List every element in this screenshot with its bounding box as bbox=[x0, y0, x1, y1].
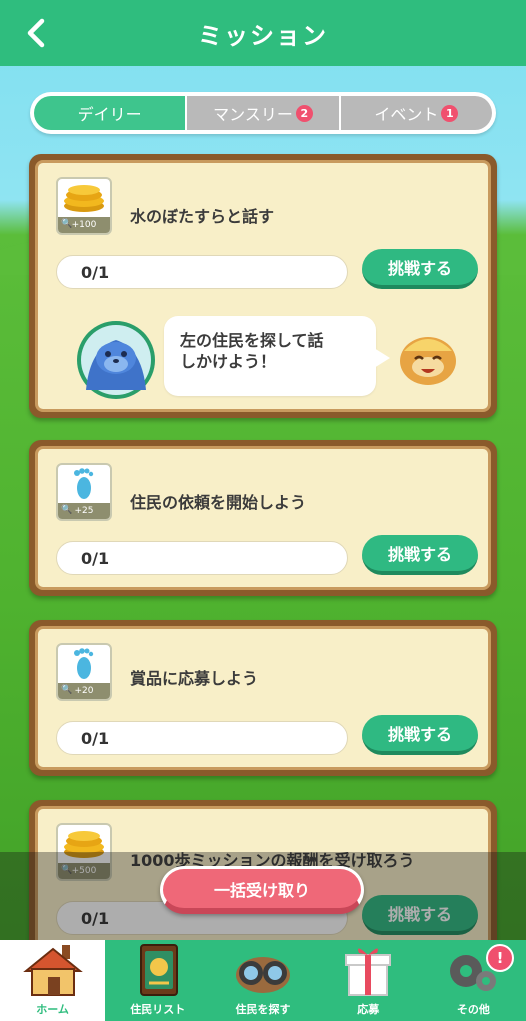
house-icon bbox=[22, 945, 83, 996]
footprint-icon bbox=[74, 648, 94, 679]
tab-event[interactable]: イベント 1 bbox=[338, 96, 492, 130]
mission-tabs: デイリー マンスリー 2 イベント 1 bbox=[30, 92, 496, 134]
resident-book-icon bbox=[139, 944, 178, 996]
bulk-receive-button[interactable]: 一括受け取り bbox=[160, 866, 364, 914]
bottom-nav: ホーム 住民リスト 住民を探す 応募 その他 ! bbox=[0, 940, 526, 1021]
tab-label: イベント bbox=[374, 105, 439, 124]
nav-item-apply[interactable]: 応募 bbox=[316, 940, 421, 1021]
reward-amount: +25 bbox=[74, 506, 94, 516]
mission-title: 住民の依頼を開始しよう bbox=[130, 493, 307, 512]
tab-badge: 1 bbox=[441, 104, 459, 122]
progress-bar: 0/1 bbox=[56, 721, 348, 755]
nav-label: その他 bbox=[456, 1003, 490, 1016]
back-arrow-icon[interactable] bbox=[22, 16, 52, 50]
page-title: ミッション bbox=[198, 21, 328, 50]
guide-character-icon bbox=[400, 337, 456, 385]
tab-monthly[interactable]: マンスリー 2 bbox=[185, 96, 339, 130]
challenge-button[interactable]: 挑戦する bbox=[362, 715, 478, 755]
progress-bar: 0/1 bbox=[56, 255, 348, 289]
mission-title: 賞品に応募しよう bbox=[130, 669, 259, 688]
tab-label: デイリー bbox=[77, 105, 142, 124]
tab-badge: 2 bbox=[295, 104, 313, 122]
nav-item-find-resident[interactable]: 住民を探す bbox=[210, 940, 315, 1021]
nav-label: 住民を探す bbox=[235, 1003, 291, 1016]
mission-card: 🔍 +100 水のぼたすらと話す 0/1 挑戦する 左の住民を探して話 しかけよう… bbox=[29, 154, 497, 418]
nav-label: ホーム bbox=[36, 1003, 69, 1016]
nav-label: 住民リスト bbox=[130, 1003, 186, 1016]
coin-stack-icon bbox=[64, 185, 104, 212]
mission-card: 🔍 +20 賞品に応募しよう 0/1 挑戦する bbox=[29, 620, 497, 776]
nav-item-resident-list[interactable]: 住民リスト bbox=[105, 940, 210, 1021]
nav-item-other[interactable]: その他 ! bbox=[421, 940, 526, 1021]
reward-box: 🔍 +25 bbox=[56, 463, 112, 521]
otter-avatar bbox=[77, 321, 155, 399]
header-bar: ミッション bbox=[0, 0, 526, 66]
hint-line: 左の住民を探して話 bbox=[180, 331, 324, 350]
nav-label: 応募 bbox=[357, 1003, 380, 1016]
footprint-icon bbox=[74, 468, 94, 499]
magnifier-icon: 🔍 bbox=[61, 505, 73, 515]
reward-amount: +20 bbox=[74, 686, 94, 696]
nav-item-home[interactable]: ホーム bbox=[0, 940, 106, 1021]
challenge-button[interactable]: 挑戦する bbox=[362, 535, 478, 575]
reward-box: 🔍 +100 bbox=[56, 177, 112, 235]
reward-amount: +100 bbox=[71, 220, 97, 230]
magnifier-icon: 🔍 bbox=[61, 219, 73, 229]
mission-title: 水のぼたすらと話す bbox=[130, 207, 275, 226]
magnifier-icon: 🔍 bbox=[61, 685, 73, 695]
mission-card: 🔍 +25 住民の依頼を開始しよう 0/1 挑戦する bbox=[29, 440, 497, 596]
gift-box-icon bbox=[345, 948, 392, 996]
reward-box: 🔍 +20 bbox=[56, 643, 112, 701]
hint-line: しかけよう！ bbox=[180, 352, 277, 371]
progress-bar: 0/1 bbox=[56, 541, 348, 575]
challenge-button[interactable]: 挑戦する bbox=[362, 249, 478, 289]
binoculars-icon bbox=[236, 957, 290, 993]
hint-speech-bubble: 左の住民を探して話 しかけよう！ bbox=[164, 316, 390, 396]
tab-label: マンスリー bbox=[213, 105, 293, 124]
notification-badge: ! bbox=[486, 944, 515, 972]
tab-daily[interactable]: デイリー bbox=[34, 96, 186, 130]
